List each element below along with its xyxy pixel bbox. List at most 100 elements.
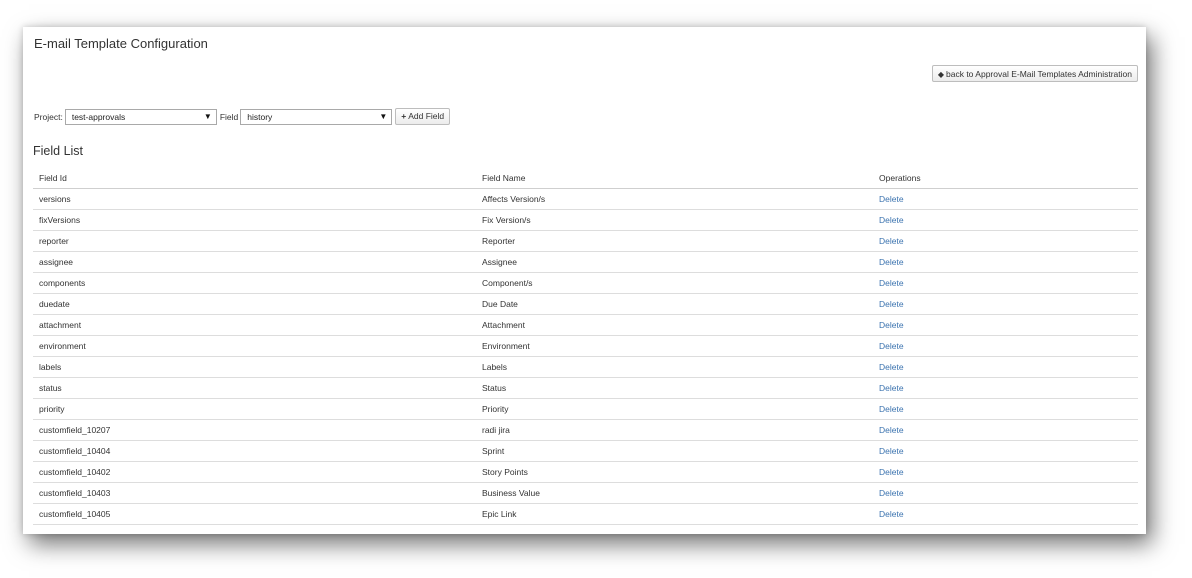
table-row: attachment Attachment Delete: [33, 314, 1138, 336]
delete-link[interactable]: Delete: [879, 236, 904, 246]
field-id-cell: customfield_10405: [33, 503, 476, 525]
field-select[interactable]: history ▼: [240, 108, 393, 125]
operations-cell: Delete: [873, 230, 1138, 252]
operations-cell: Delete: [873, 377, 1138, 399]
field-name-cell: Status: [476, 377, 873, 399]
table-row: customfield_10402 Story Points Delete: [33, 461, 1138, 483]
table-row: versions Affects Version/s Delete: [33, 188, 1138, 210]
field-list-body: versions Affects Version/s Delete fixVersio…: [33, 188, 1138, 525]
back-button-label: back to Approval E-Mail Templates Admini…: [946, 69, 1132, 79]
field-name-cell: Epic Link: [476, 503, 873, 525]
delete-link[interactable]: Delete: [879, 446, 904, 456]
operations-cell: Delete: [873, 314, 1138, 336]
field-id-cell: customfield_10207: [33, 419, 476, 441]
table-row: fixVersions Fix Version/s Delete: [33, 209, 1138, 231]
table-row: status Status Delete: [33, 377, 1138, 399]
field-name-cell: Attachment: [476, 314, 873, 336]
project-select[interactable]: test-approvals ▼: [64, 108, 217, 125]
delete-link[interactable]: Delete: [879, 383, 904, 393]
field-list-table: Field Id Field Name Operations versions A…: [33, 167, 1138, 525]
table-row: components Component/s Delete: [33, 272, 1138, 294]
field-id-cell: components: [33, 272, 476, 294]
table-row: customfield_10207 radi jira Delete: [33, 419, 1138, 441]
operations-cell: Delete: [873, 356, 1138, 378]
delete-link[interactable]: Delete: [879, 320, 904, 330]
field-select-value: history: [247, 111, 273, 122]
column-header-field-name: Field Name: [476, 167, 873, 189]
field-id-cell: versions: [33, 188, 476, 210]
table-row: assignee Assignee Delete: [33, 251, 1138, 273]
field-name-cell: Priority: [476, 398, 873, 420]
delete-link[interactable]: Delete: [879, 362, 904, 372]
field-id-cell: attachment: [33, 314, 476, 336]
project-label: Project:: [34, 111, 63, 122]
back-to-administration-button[interactable]: ◆ back to Approval E-Mail Templates Admin…: [931, 65, 1138, 82]
operations-cell: Delete: [873, 419, 1138, 441]
delete-link[interactable]: Delete: [879, 299, 904, 309]
operations-cell: Delete: [873, 335, 1138, 357]
delete-link[interactable]: Delete: [879, 404, 904, 414]
field-id-cell: customfield_10402: [33, 461, 476, 483]
table-row: customfield_10403 Business Value Delete: [33, 482, 1138, 504]
operations-cell: Delete: [873, 461, 1138, 483]
table-row: customfield_10404 Sprint Delete: [33, 440, 1138, 462]
field-name-cell: Story Points: [476, 461, 873, 483]
add-field-label: Add Field: [408, 111, 445, 121]
field-id-cell: labels: [33, 356, 476, 378]
add-field-button[interactable]: + Add Field: [395, 108, 451, 125]
table-header-row: Field Id Field Name Operations: [33, 167, 1138, 189]
operations-cell: Delete: [873, 251, 1138, 273]
page-title: E-mail Template Configuration: [34, 36, 208, 51]
field-id-cell: duedate: [33, 293, 476, 315]
field-list-title: Field List: [33, 144, 84, 158]
field-id-cell: reporter: [33, 230, 476, 252]
project-select-value: test-approvals: [71, 111, 126, 122]
column-header-field-id: Field Id: [33, 167, 476, 189]
operations-cell: Delete: [873, 482, 1138, 504]
field-id-cell: customfield_10404: [33, 440, 476, 462]
operations-cell: Delete: [873, 440, 1138, 462]
operations-cell: Delete: [873, 293, 1138, 315]
delete-link[interactable]: Delete: [879, 194, 904, 204]
delete-link[interactable]: Delete: [879, 278, 904, 288]
table-row: reporter Reporter Delete: [33, 230, 1138, 252]
field-name-cell: Environment: [476, 335, 873, 357]
delete-link[interactable]: Delete: [879, 425, 904, 435]
field-id-cell: assignee: [33, 251, 476, 273]
config-panel: E-mail Template Configuration ◆ back to A…: [23, 27, 1146, 534]
field-name-cell: radi jira: [476, 419, 873, 441]
field-name-cell: Reporter: [476, 230, 873, 252]
field-name-cell: Component/s: [476, 272, 873, 294]
table-row: duedate Due Date Delete: [33, 293, 1138, 315]
delete-link[interactable]: Delete: [879, 509, 904, 519]
field-name-cell: Affects Version/s: [476, 188, 873, 210]
chevron-down-icon: ▼: [203, 111, 212, 121]
operations-cell: Delete: [873, 503, 1138, 525]
field-label: Field: [219, 111, 239, 122]
table-row: labels Labels Delete: [33, 356, 1138, 378]
delete-link[interactable]: Delete: [879, 467, 904, 477]
chevron-down-icon: ▼: [379, 111, 388, 121]
field-id-cell: status: [33, 377, 476, 399]
operations-cell: Delete: [873, 188, 1138, 210]
table-row: customfield_10405 Epic Link Delete: [33, 503, 1138, 525]
delete-link[interactable]: Delete: [879, 257, 904, 267]
delete-link[interactable]: Delete: [879, 341, 904, 351]
field-name-cell: Business Value: [476, 482, 873, 504]
operations-cell: Delete: [873, 272, 1138, 294]
field-name-cell: Sprint: [476, 440, 873, 462]
field-id-cell: customfield_10403: [33, 482, 476, 504]
filter-row: Project: test-approvals ▼ Field history …: [34, 108, 451, 125]
field-id-cell: environment: [33, 335, 476, 357]
delete-link[interactable]: Delete: [879, 215, 904, 225]
field-name-cell: Fix Version/s: [476, 209, 873, 231]
delete-link[interactable]: Delete: [879, 488, 904, 498]
field-name-cell: Labels: [476, 356, 873, 378]
field-name-cell: Due Date: [476, 293, 873, 315]
table-row: environment Environment Delete: [33, 335, 1138, 357]
operations-cell: Delete: [873, 209, 1138, 231]
column-header-operations: Operations: [873, 167, 1138, 189]
field-name-cell: Assignee: [476, 251, 873, 273]
table-row: priority Priority Delete: [33, 398, 1138, 420]
operations-cell: Delete: [873, 398, 1138, 420]
